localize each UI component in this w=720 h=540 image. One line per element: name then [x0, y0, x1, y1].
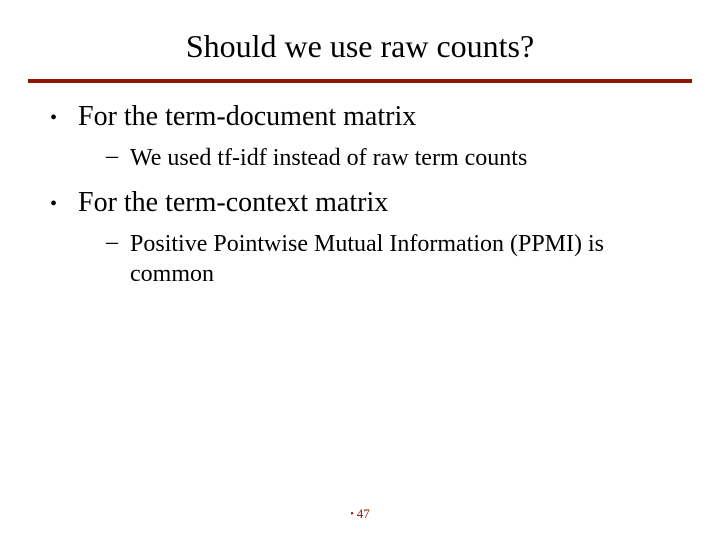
sub-bullet-text: Positive Pointwise Mutual Information (P…: [130, 229, 670, 289]
slide-content: • For the term-document matrix – We used…: [0, 101, 720, 289]
slide-title: Should we use raw counts?: [0, 0, 720, 79]
bullet-dot-icon: •: [50, 187, 78, 221]
page-number: •47: [0, 506, 720, 522]
bullet-text: For the term-document matrix: [78, 101, 670, 135]
sub-bullet-text: We used tf-idf instead of raw term count…: [130, 143, 670, 173]
bullet-dot-icon: •: [350, 509, 354, 520]
dash-icon: –: [106, 143, 130, 173]
bullet-text: For the term-context matrix: [78, 187, 670, 221]
divider-rule: [28, 79, 692, 83]
bullet-item: • For the term-context matrix: [50, 187, 670, 221]
bullet-item: • For the term-document matrix: [50, 101, 670, 135]
sub-bullet-item: – We used tf-idf instead of raw term cou…: [106, 143, 670, 173]
sub-bullet-item: – Positive Pointwise Mutual Information …: [106, 229, 670, 289]
dash-icon: –: [106, 229, 130, 289]
bullet-dot-icon: •: [50, 101, 78, 135]
page-number-value: 47: [357, 506, 370, 521]
slide: Should we use raw counts? • For the term…: [0, 0, 720, 540]
